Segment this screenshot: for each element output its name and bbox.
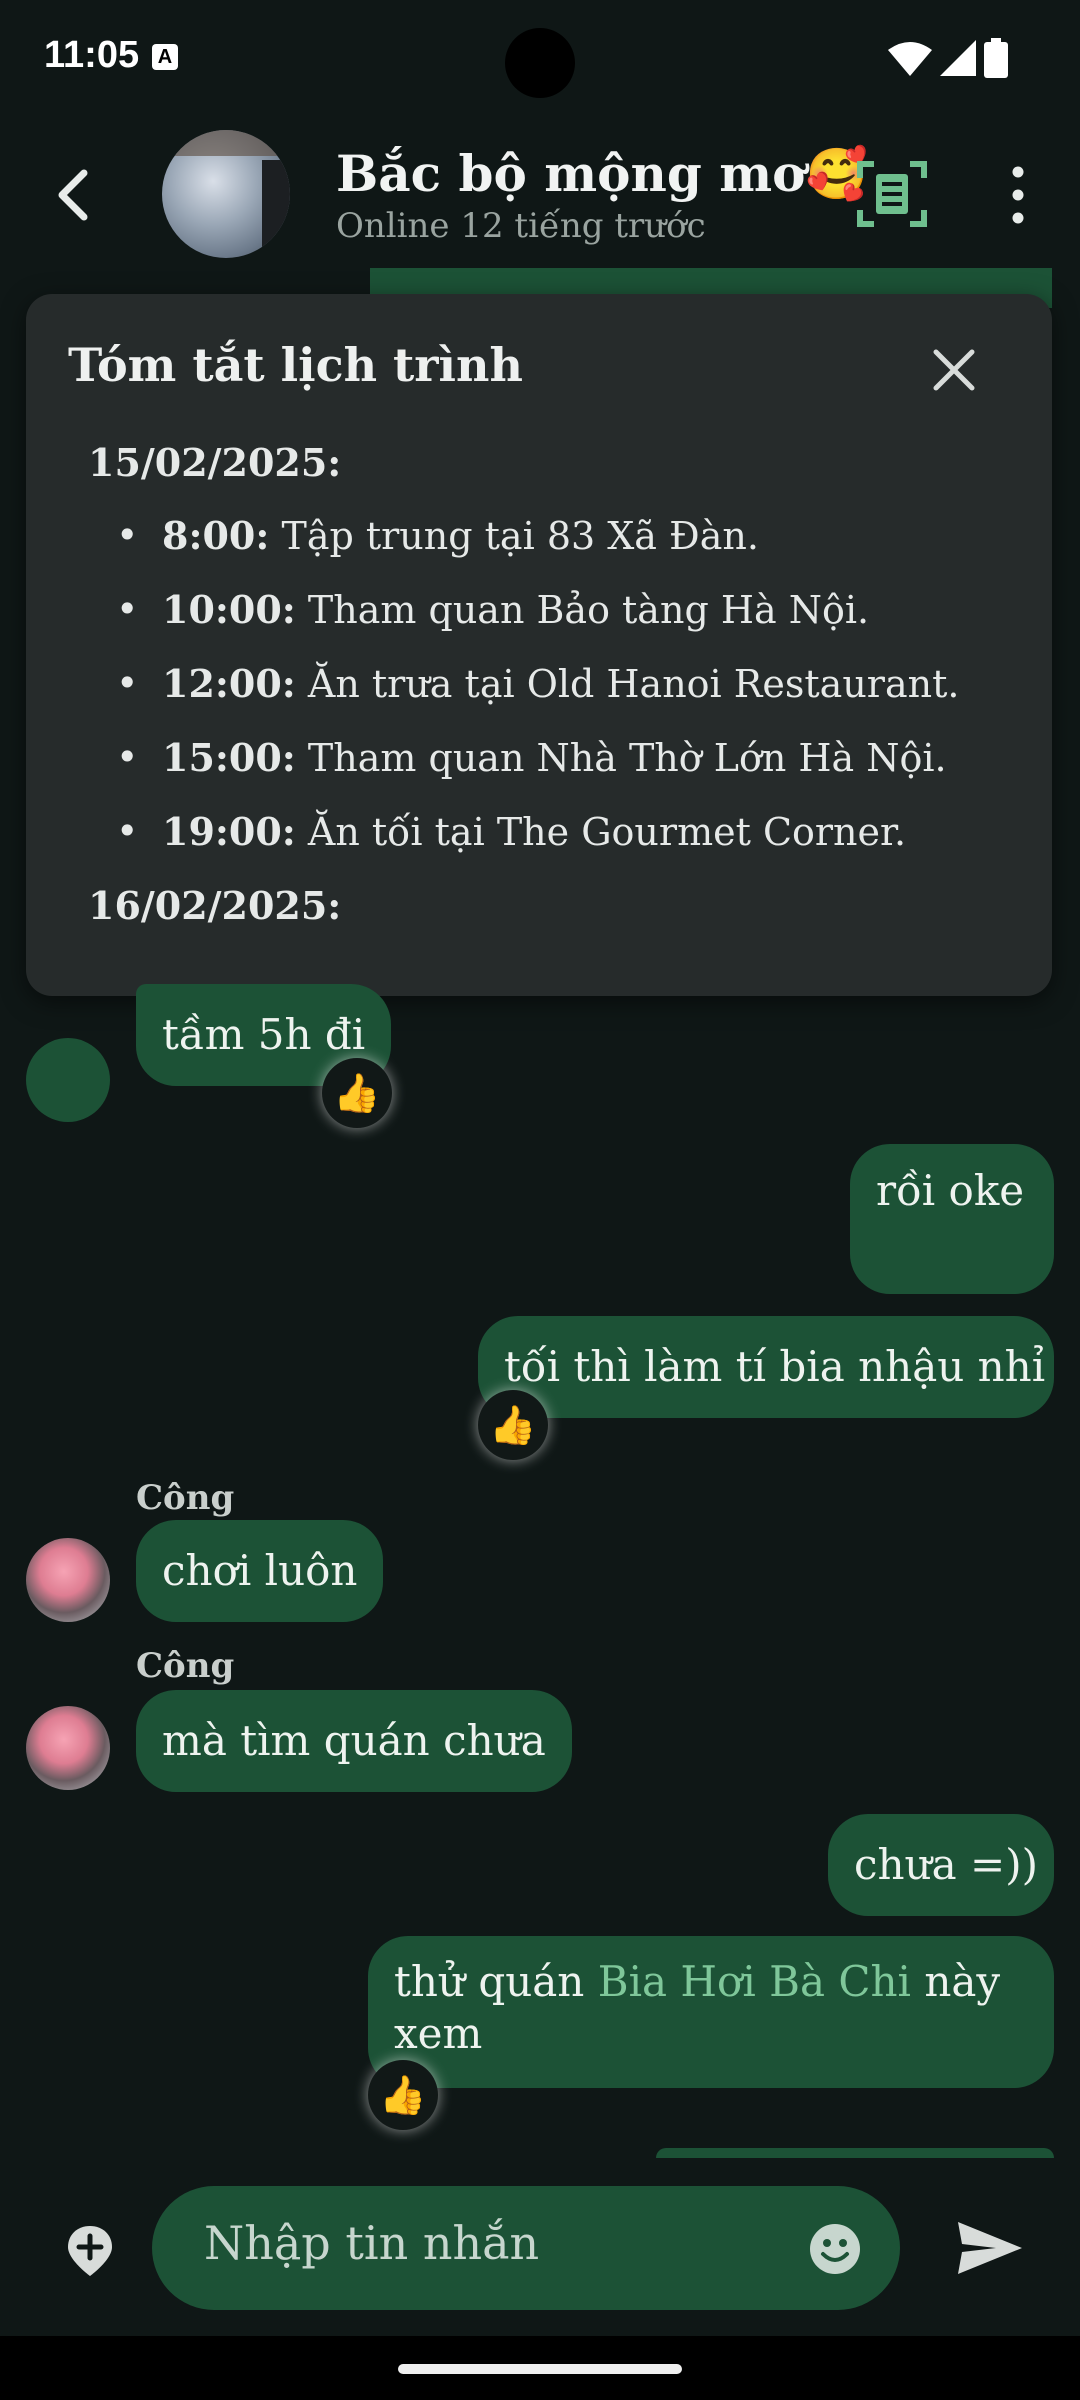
schedule-item: • 15:00: Tham quan Nhà Thờ Lớn Hà Nội. (116, 735, 947, 780)
place-link[interactable]: Bia Hơi Bà Chi (598, 1957, 911, 2006)
message-bubble[interactable]: tối thì làm tí bia nhậu nhỉ (478, 1316, 1054, 1418)
sender-avatar[interactable] (26, 1706, 110, 1790)
message-placeholder: Nhập tin nhắn (204, 2216, 540, 2270)
message-bubble[interactable]: chưa =)) (828, 1814, 1054, 1916)
chat-title[interactable]: Bắc bộ mộng mơ🥰 (336, 144, 868, 204)
schedule-item: • 8:00: Tập trung tại 83 Xã Đàn. (116, 513, 759, 558)
message-bubble[interactable] (656, 2148, 1054, 2158)
close-icon[interactable] (926, 342, 982, 398)
wifi-icon (888, 42, 932, 76)
notification-icon: A (152, 44, 178, 70)
status-time: 11:05 (44, 34, 140, 76)
schedule-summary-popup: Tóm tắt lịch trình 15/02/2025: • 8:00: Tậ… (26, 294, 1052, 996)
camera-cutout (505, 28, 575, 98)
signal-icon (940, 40, 976, 76)
summary-content: 15/02/2025: • 8:00: Tập trung tại 83 Xã Đ… (88, 426, 1028, 942)
add-attachment-icon[interactable] (62, 2222, 118, 2278)
message-input[interactable]: Nhập tin nhắn (152, 2186, 900, 2310)
back-arrow-icon[interactable] (50, 165, 96, 225)
summary-scan-icon[interactable] (856, 158, 928, 230)
thumbs-up-reaction[interactable]: 👍 (478, 1390, 548, 1460)
sender-avatar[interactable] (26, 1038, 110, 1122)
online-status: Online 12 tiếng trước (336, 206, 706, 246)
thumbs-up-reaction[interactable]: 👍 (368, 2060, 438, 2130)
emoji-icon[interactable] (808, 2222, 862, 2276)
battery-icon (984, 38, 1008, 78)
summary-date: 15/02/2025: (88, 440, 342, 485)
summary-title: Tóm tắt lịch trình (68, 338, 523, 392)
thumbs-up-reaction[interactable]: 👍 (322, 1058, 392, 1128)
message-bubble[interactable]: thử quán Bia Hơi Bà Chi này xem (368, 1936, 1054, 2088)
group-avatar[interactable] (162, 130, 290, 258)
sender-name: Công (136, 1478, 235, 1518)
schedule-item: • 19:00: Ăn tối tại The Gourmet Corner. (116, 809, 907, 854)
message-bubble[interactable]: chơi luôn (136, 1520, 384, 1622)
more-options-icon[interactable] (1000, 160, 1036, 230)
schedule-item: • 10:00: Tham quan Bảo tàng Hà Nội. (116, 587, 870, 632)
message-bubble[interactable]: mà tìm quán chưa (136, 1690, 572, 1792)
summary-date: 16/02/2025: (88, 883, 342, 928)
message-bubble[interactable]: rồi oke (850, 1144, 1054, 1294)
sender-avatar[interactable] (26, 1538, 110, 1622)
home-gesture-handle[interactable] (398, 2364, 682, 2374)
send-icon[interactable] (956, 2218, 1024, 2278)
sender-name: Công (136, 1646, 235, 1686)
schedule-item: • 12:00: Ăn trưa tại Old Hanoi Restaurant… (116, 661, 960, 706)
